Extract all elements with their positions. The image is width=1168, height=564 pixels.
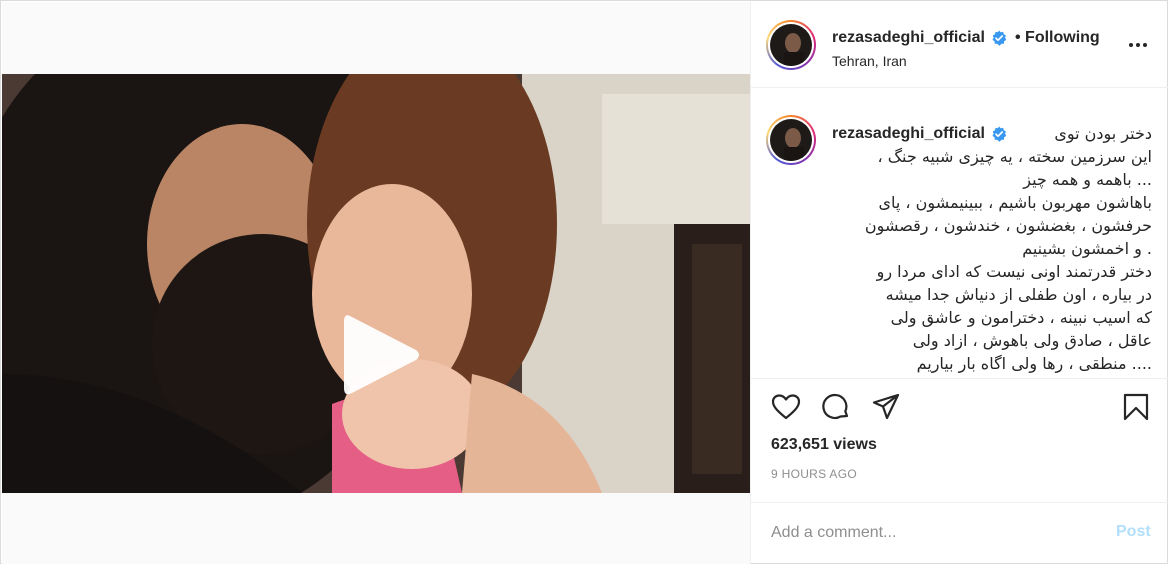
add-comment-bar: Post: [751, 502, 1168, 564]
location-link[interactable]: Tehran, Iran: [832, 53, 907, 69]
caption-text: دختر بودن توی این سرزمین سخته ، یه چیزی …: [864, 124, 1152, 373]
bookmark-icon[interactable]: [1121, 392, 1151, 422]
action-bar: [751, 392, 1168, 428]
comment-bubble-icon[interactable]: [821, 392, 851, 422]
view-count[interactable]: 623,651 views: [771, 436, 877, 454]
caption-avatar[interactable]: [766, 115, 816, 165]
post-header: rezasadeghi_official • Following Tehran,…: [751, 2, 1168, 88]
heart-icon[interactable]: [771, 392, 801, 422]
following-button[interactable]: • Following: [1015, 29, 1100, 47]
caption-section: rezasadeghi_official دختر بودن توی این س…: [751, 89, 1168, 379]
username-link[interactable]: rezasadeghi_official: [832, 29, 985, 47]
comment-input[interactable]: [771, 521, 1071, 545]
verified-badge-icon: [992, 30, 1007, 46]
post-comment-button[interactable]: Post: [1116, 523, 1151, 541]
more-options-icon[interactable]: [1129, 40, 1153, 50]
post-timestamp[interactable]: 9 HOURS AGO: [771, 467, 857, 481]
media-panel: [2, 2, 750, 564]
play-icon[interactable]: [340, 310, 422, 400]
paper-plane-icon[interactable]: [871, 392, 901, 422]
instagram-post-modal: rezasadeghi_official • Following Tehran,…: [0, 0, 1168, 564]
video-player[interactable]: [2, 74, 750, 493]
video-frame-image: [2, 74, 750, 493]
avatar[interactable]: [766, 20, 816, 70]
post-details-panel: rezasadeghi_official • Following Tehran,…: [750, 2, 1168, 564]
